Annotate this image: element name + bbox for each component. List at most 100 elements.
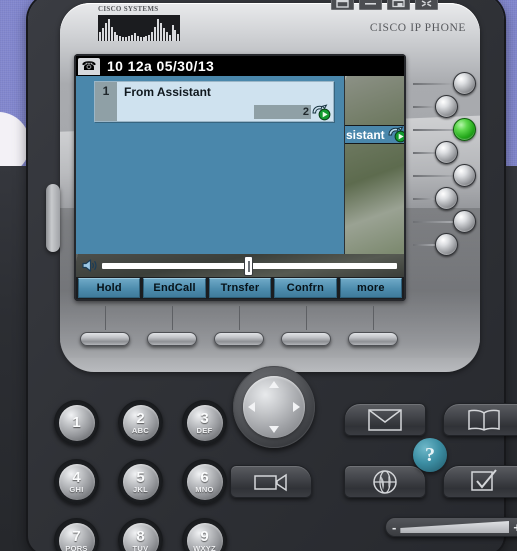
lcd-line-label[interactable]: sistant — [345, 125, 404, 144]
dialpad-key-face: 2 ABC — [122, 404, 159, 441]
dialpad-key-letters: MNO — [195, 484, 214, 494]
physical-softkey-1[interactable] — [80, 332, 130, 346]
line-button-stem — [413, 82, 453, 85]
volume-minus-label[interactable]: - — [392, 521, 396, 534]
bridge-bar — [157, 19, 159, 41]
dialpad: 1 2 ABC 3 DEF 4 GHI 5 JKL 6 MNO 7 PQRS 8 TUV 9 WXYZ — [54, 400, 234, 551]
bridge-bar — [130, 35, 133, 41]
cisco-brand-text: CISCO SYSTEMS — [98, 5, 159, 13]
dialpad-key-face: 5 JKL — [122, 463, 159, 500]
line-button-8-row — [413, 233, 458, 256]
dialpad-key-digit: 7 — [72, 527, 81, 545]
line-button-stem — [413, 197, 435, 200]
softkey-confrn[interactable]: Confrn — [274, 278, 337, 298]
bridge-bar — [145, 36, 148, 41]
lcd-line-label-text: sistant — [346, 127, 385, 142]
dialpad-key-2[interactable]: 2 ABC — [118, 400, 163, 445]
messages-button[interactable] — [344, 403, 426, 436]
physical-softkey-3[interactable] — [214, 332, 264, 346]
dialpad-key-face: 7 PQRS — [58, 522, 95, 551]
volume-thumb[interactable] — [243, 255, 253, 276]
physical-softkey-2[interactable] — [147, 332, 197, 346]
line-button-6-row — [413, 187, 458, 210]
line-button-1[interactable] — [453, 72, 476, 95]
call-line-index: 1 — [95, 82, 117, 121]
dialpad-key-face: 9 WXYZ — [186, 522, 223, 551]
line-button-3[interactable] — [453, 118, 476, 141]
video-button[interactable] — [230, 465, 312, 498]
softkey-trnsfer[interactable]: Trnsfer — [208, 278, 272, 298]
dialpad-key-letters: WXYZ — [193, 543, 216, 551]
bridge-bar — [177, 34, 180, 41]
dialpad-key-face: 8 TUV — [122, 522, 159, 551]
close-window-button[interactable] — [415, 0, 438, 10]
dialpad-key-6[interactable]: 6 MNO — [182, 459, 227, 504]
bridge-bar — [104, 23, 107, 41]
physical-softkey-4[interactable] — [281, 332, 331, 346]
call-entry-card[interactable]: 1 From Assistant 2 — [94, 81, 334, 122]
chevron-right-icon[interactable] — [293, 402, 300, 412]
minimize-window-button[interactable] — [359, 0, 382, 10]
maximize-window-button[interactable] — [387, 0, 410, 10]
line-button-5[interactable] — [453, 164, 476, 187]
softkey-more[interactable]: more — [339, 278, 403, 298]
dialpad-key-4[interactable]: 4 GHI — [54, 459, 99, 504]
softkey-endcall[interactable]: EndCall — [143, 278, 206, 298]
physical-softkey-4-group — [277, 306, 335, 346]
chevron-up-icon[interactable] — [269, 381, 279, 388]
dialpad-key-9[interactable]: 9 WXYZ — [182, 518, 227, 551]
envelope-icon — [368, 408, 402, 431]
lcd-volume-bar[interactable] — [76, 254, 404, 277]
physical-softkey-5[interactable] — [348, 332, 398, 346]
dialpad-key-3[interactable]: 3 DEF — [182, 400, 227, 445]
physical-softkey-1-group — [76, 306, 134, 346]
lcd-screen: ☎ 10 12a 05/30/13 sistant 1 From Assista… — [76, 56, 404, 299]
dialpad-key-digit: 3 — [200, 409, 209, 427]
dialpad-key-8[interactable]: 8 TUV — [118, 518, 163, 551]
dialpad-key-7[interactable]: 7 PQRS — [54, 518, 99, 551]
softkey-hold[interactable]: Hold — [78, 278, 141, 298]
restore-window-button[interactable] — [331, 0, 354, 10]
volume-plus-label[interactable]: + — [513, 521, 517, 534]
bridge-bar — [159, 23, 162, 41]
chevron-down-icon[interactable] — [269, 426, 279, 433]
bridge-bar — [116, 35, 119, 41]
lcd-status-text: 10 12a 05/30/13 — [107, 58, 215, 74]
handset-hook[interactable] — [46, 184, 60, 252]
physical-softkey-3-group — [210, 306, 268, 346]
services-button[interactable] — [344, 465, 426, 498]
bridge-bar — [168, 35, 171, 41]
bridge-bar — [142, 37, 145, 41]
bridge-bar — [171, 25, 174, 41]
dialpad-row: 1 2 ABC 3 DEF — [54, 400, 234, 445]
speaker-icon — [81, 258, 98, 273]
line-button-6[interactable] — [435, 187, 458, 210]
line-button-2-row — [413, 95, 458, 118]
bridge-bar — [162, 28, 165, 41]
lcd-bezel: ☎ 10 12a 05/30/13 sistant 1 From Assista… — [74, 54, 406, 301]
bridge-bar — [110, 27, 113, 41]
softkey-connector-line — [238, 306, 240, 330]
line-button-stem — [413, 174, 453, 177]
line-button-2[interactable] — [435, 95, 458, 118]
bridge-bar — [113, 32, 116, 41]
navigation-pad-inner — [243, 376, 305, 438]
cisco-bridge-logo — [98, 15, 180, 41]
line-button-4[interactable] — [435, 141, 458, 164]
chevron-left-icon[interactable] — [248, 402, 255, 412]
call-count-group: 2 — [254, 105, 311, 119]
volume-track[interactable] — [102, 255, 397, 276]
softkey-connector-line — [305, 306, 307, 330]
line-button-stem — [413, 105, 435, 108]
dialpad-key-5[interactable]: 5 JKL — [118, 459, 163, 504]
line-button-8[interactable] — [435, 233, 458, 256]
bridge-bar — [125, 37, 128, 41]
settings-button[interactable] — [443, 465, 517, 498]
directories-button[interactable] — [443, 403, 517, 436]
line-button-7[interactable] — [453, 210, 476, 233]
volume-rocker[interactable]: - + — [385, 517, 517, 537]
navigation-pad[interactable] — [233, 366, 315, 448]
dialpad-key-1[interactable]: 1 — [54, 400, 99, 445]
bridge-bar — [119, 36, 122, 41]
help-button[interactable]: ? — [413, 438, 447, 472]
